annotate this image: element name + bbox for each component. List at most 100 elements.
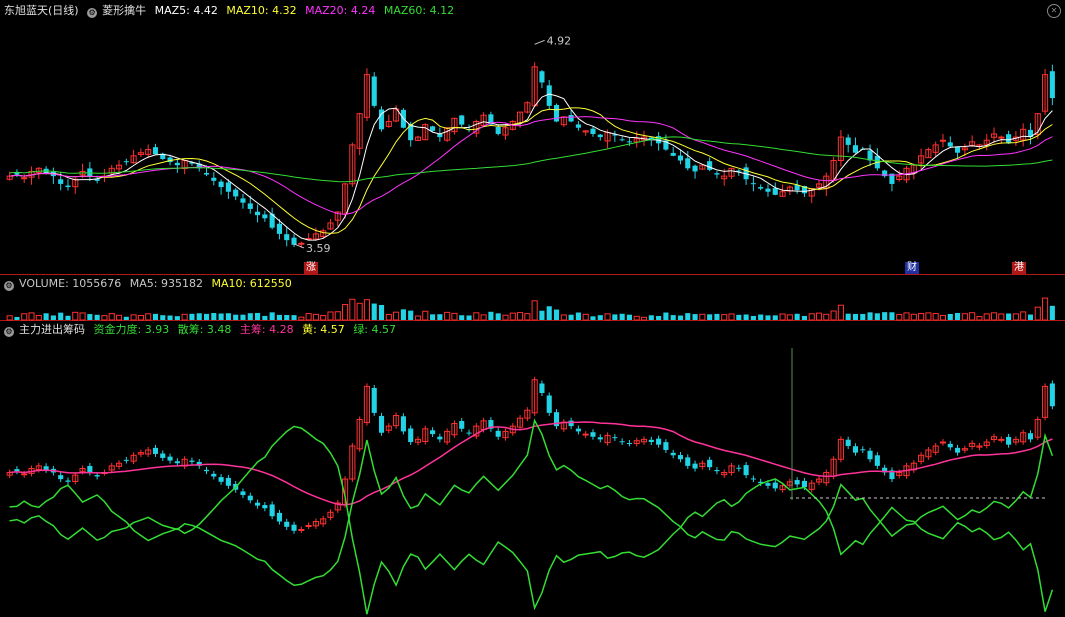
fund-candle-body	[291, 524, 297, 531]
volume-bar	[240, 314, 246, 320]
candle-body	[430, 126, 436, 131]
fund-candle-body	[167, 456, 173, 461]
fund-candle-body	[1049, 383, 1055, 407]
volume-bar	[422, 310, 429, 321]
candle-body	[758, 187, 764, 189]
candle-body	[240, 198, 246, 203]
candle-body	[87, 168, 93, 177]
volume-bar	[509, 312, 516, 321]
fund-candle-body	[58, 475, 64, 480]
fund-candle-body	[43, 466, 49, 470]
volume-bar	[371, 303, 377, 320]
volume-bar	[947, 313, 953, 320]
fund-candle-body	[568, 420, 574, 427]
volume-bar	[568, 314, 574, 320]
marker-gang[interactable]: 港	[1012, 262, 1026, 274]
fund-candle-body	[123, 459, 129, 461]
volume-bar	[28, 312, 35, 321]
volume-bar	[699, 313, 706, 321]
volume-bar	[363, 299, 370, 321]
candle-body	[765, 188, 771, 192]
volume-bar	[414, 315, 422, 321]
volume-bar	[400, 309, 406, 320]
marker-zhang[interactable]: 涨	[304, 262, 318, 274]
volume-bar	[72, 311, 79, 321]
volume-bar	[867, 312, 873, 320]
fund-candle-body	[867, 450, 873, 460]
volume-bar	[969, 312, 976, 321]
candle-body	[845, 137, 851, 145]
volume-bar	[1034, 306, 1041, 321]
volume-bar	[758, 314, 764, 320]
fund-candle-body	[656, 438, 662, 445]
volume-bar	[808, 313, 815, 321]
fund-candle-body	[189, 460, 195, 462]
fund-candle-body	[152, 447, 159, 454]
fund-candle-body	[648, 439, 654, 443]
volume-bar	[385, 314, 392, 321]
ma20-line	[9, 116, 1053, 215]
fund-candle-body	[546, 395, 552, 413]
volume-bar	[736, 314, 742, 320]
candle-body	[247, 203, 253, 209]
volume-bar	[1020, 311, 1027, 321]
volume-bar	[466, 315, 472, 320]
volume-bar	[714, 313, 720, 320]
volume-bar	[108, 313, 115, 321]
candle-body	[276, 223, 282, 234]
volume-bar	[553, 309, 560, 320]
candle-body	[590, 128, 596, 134]
volume-bar	[823, 313, 830, 321]
volume-bar	[393, 311, 400, 321]
marker-cai[interactable]: 财	[905, 262, 919, 274]
fund-candle-body	[670, 452, 676, 456]
candle-body	[685, 158, 691, 169]
chart-canvas[interactable]: 4.92 3.59	[0, 0, 1065, 617]
volume-bar	[312, 313, 319, 321]
volume-bar	[430, 314, 436, 320]
fund-candle-body	[240, 491, 246, 496]
volume-bar	[560, 314, 567, 321]
volume-bar	[327, 311, 334, 321]
candle-body	[495, 127, 501, 134]
volume-bar	[685, 313, 691, 320]
candle-body	[1049, 71, 1055, 99]
candle-body	[867, 150, 873, 161]
volume-bar	[196, 313, 202, 320]
candle-body	[546, 85, 552, 106]
high-pointer	[534, 39, 545, 45]
low-label: 3.59	[306, 242, 331, 255]
volume-bar	[692, 314, 698, 320]
fund-candle-body	[597, 437, 603, 440]
fund-candle-body	[437, 436, 443, 440]
fund-candle-body	[582, 433, 589, 436]
volume-bar	[910, 313, 917, 321]
volume-bar	[619, 313, 625, 320]
volume-bar	[998, 313, 1005, 321]
candle-body	[998, 136, 1005, 139]
fund-candle-body	[21, 473, 28, 476]
volume-bar	[961, 313, 968, 321]
volume-bar	[79, 312, 86, 321]
fund-candle-body	[860, 449, 866, 451]
fund-candle-body	[305, 525, 312, 527]
candle-body	[939, 139, 947, 142]
candle-body	[218, 181, 224, 188]
volume-bar	[786, 314, 793, 321]
fund-candle-body	[750, 478, 756, 480]
ma5-line	[9, 93, 1053, 241]
volume-bar	[276, 314, 282, 320]
volume-bar	[815, 312, 823, 321]
candle-body	[670, 152, 676, 156]
volume-bar	[115, 314, 123, 321]
volume-bar	[160, 315, 166, 320]
volume-bar	[444, 311, 451, 321]
fund-candle-body	[707, 459, 713, 468]
volume-bar	[320, 315, 327, 321]
volume-bar	[349, 298, 356, 321]
fund-candle-body	[692, 463, 698, 469]
volume-bar	[181, 313, 188, 321]
fund-candle-body	[400, 416, 406, 432]
fund-candle-body	[430, 430, 436, 435]
volume-bar	[123, 316, 129, 320]
